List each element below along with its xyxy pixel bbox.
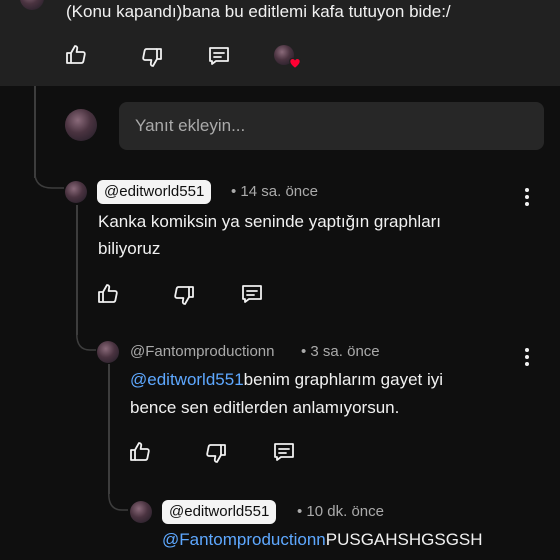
reply-3-body: PUSGAHSHGSGSH [325,530,483,549]
reply-1-dislike-icon[interactable] [172,283,196,307]
thread-line-2 [76,205,78,335]
reply-input[interactable] [119,102,544,150]
top-comment-avatar[interactable] [20,0,44,10]
reply-2-more-icon[interactable] [520,346,534,368]
reply-1-more-icon[interactable] [520,186,534,208]
reply-1-avatar[interactable] [65,181,87,203]
thread-line-3 [108,364,110,494]
reply-2-avatar[interactable] [97,341,119,363]
reply-icon[interactable] [207,44,231,68]
reply-3-text-line1: @FantomproductionnPUSGAHSHGSGSH [162,526,483,554]
reply-2-dislike-icon[interactable] [204,441,228,465]
reply-1-text-line1: Kanka komiksin ya seninde yaptığın graph… [98,212,442,231]
reply-1-like-icon[interactable] [96,282,120,306]
reply-2-mention[interactable]: @editworld551 [130,370,244,389]
thread-curve-3 [108,480,128,511]
reply-3-avatar[interactable] [130,501,152,523]
thread-curve-1 [34,160,64,189]
dislike-icon[interactable] [140,45,164,69]
reply-3-time[interactable]: • 10 dk. önce [297,503,384,520]
thread-curve-2 [76,320,96,351]
reply-2-time[interactable]: • 3 sa. önce [301,343,380,360]
heart-icon [288,56,302,69]
reply-1-time[interactable]: • 14 sa. önce [231,183,318,200]
reply-2-reply-icon[interactable] [272,440,296,464]
reply-2-text-line1: @editworld551benim graphlarım gayet iyi [130,366,443,394]
reply-2-like-icon[interactable] [128,440,152,464]
reply-2-text-line2: bence sen editlerden anlamıyorsun. [130,398,400,417]
reply-1-text-line2: biliyoruz [98,239,161,258]
user-avatar [65,109,97,141]
reply-2-author[interactable]: @Fantomproductionn [130,343,274,360]
reply-2-body: benim graphlarım gayet iyi [243,370,444,389]
reply-composer[interactable] [119,102,544,150]
like-icon[interactable] [64,43,88,67]
reply-3-mention[interactable]: @Fantomproductionn [162,530,326,549]
top-comment-text: (Konu kapandı)bana bu editlemi kafa tutu… [66,2,451,21]
reply-3-author[interactable]: @editworld551 [162,500,277,524]
top-comment-card: (Konu kapandı)bana bu editlemi kafa tutu… [0,0,560,86]
reply-1-author[interactable]: @editworld551 [97,180,212,204]
reply-1-reply-icon[interactable] [240,282,264,306]
